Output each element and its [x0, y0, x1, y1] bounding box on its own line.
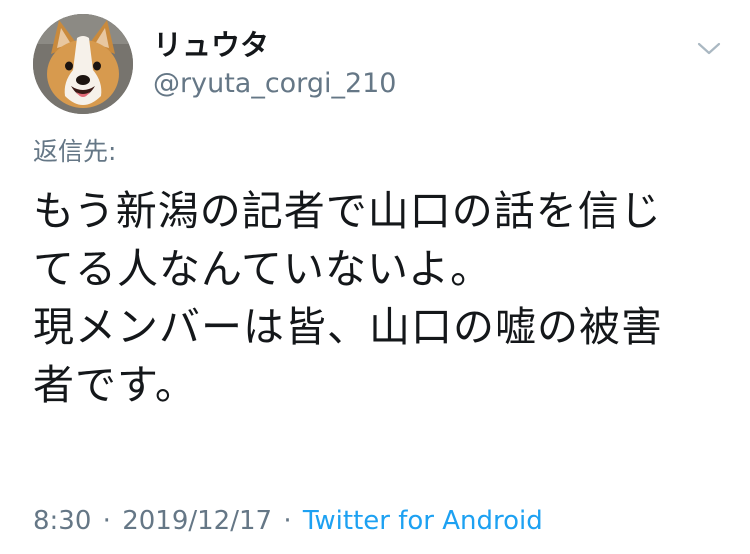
tweet-text-line: 現メンバーは皆、山口の嘘の被害 — [33, 303, 663, 351]
tweet-menu-button[interactable] — [696, 38, 722, 58]
tweet-meta: 8:30 · 2019/12/17 · Twitter for Android — [33, 505, 543, 537]
tweet-time[interactable]: 8:30 — [33, 506, 91, 536]
tweet-text-line: てる人なんていないよ。 — [33, 245, 493, 293]
corgi-avatar-icon — [33, 14, 133, 114]
tweet-card: リュウタ @ryuta_corgi_210 返信先: もう新潟の記者で山口の話を… — [0, 0, 750, 554]
meta-separator: · — [102, 506, 111, 536]
author-display-name[interactable]: リュウタ — [153, 28, 269, 62]
tweet-text: もう新潟の記者で山口の話を信じ てる人なんていないよ。 現メンバーは皆、山口の嘘… — [33, 182, 713, 414]
tweet-text-line: もう新潟の記者で山口の話を信じ — [33, 187, 662, 235]
author-avatar[interactable] — [33, 14, 133, 114]
reply-to-label: 返信先: — [33, 137, 117, 166]
tweet-text-line: 者です。 — [33, 361, 197, 409]
chevron-down-icon — [697, 42, 721, 55]
tweet-date[interactable]: 2019/12/17 — [122, 506, 272, 536]
meta-separator: · — [283, 506, 292, 536]
author-handle[interactable]: @ryuta_corgi_210 — [153, 68, 397, 100]
tweet-source-link[interactable]: Twitter for Android — [303, 506, 543, 536]
